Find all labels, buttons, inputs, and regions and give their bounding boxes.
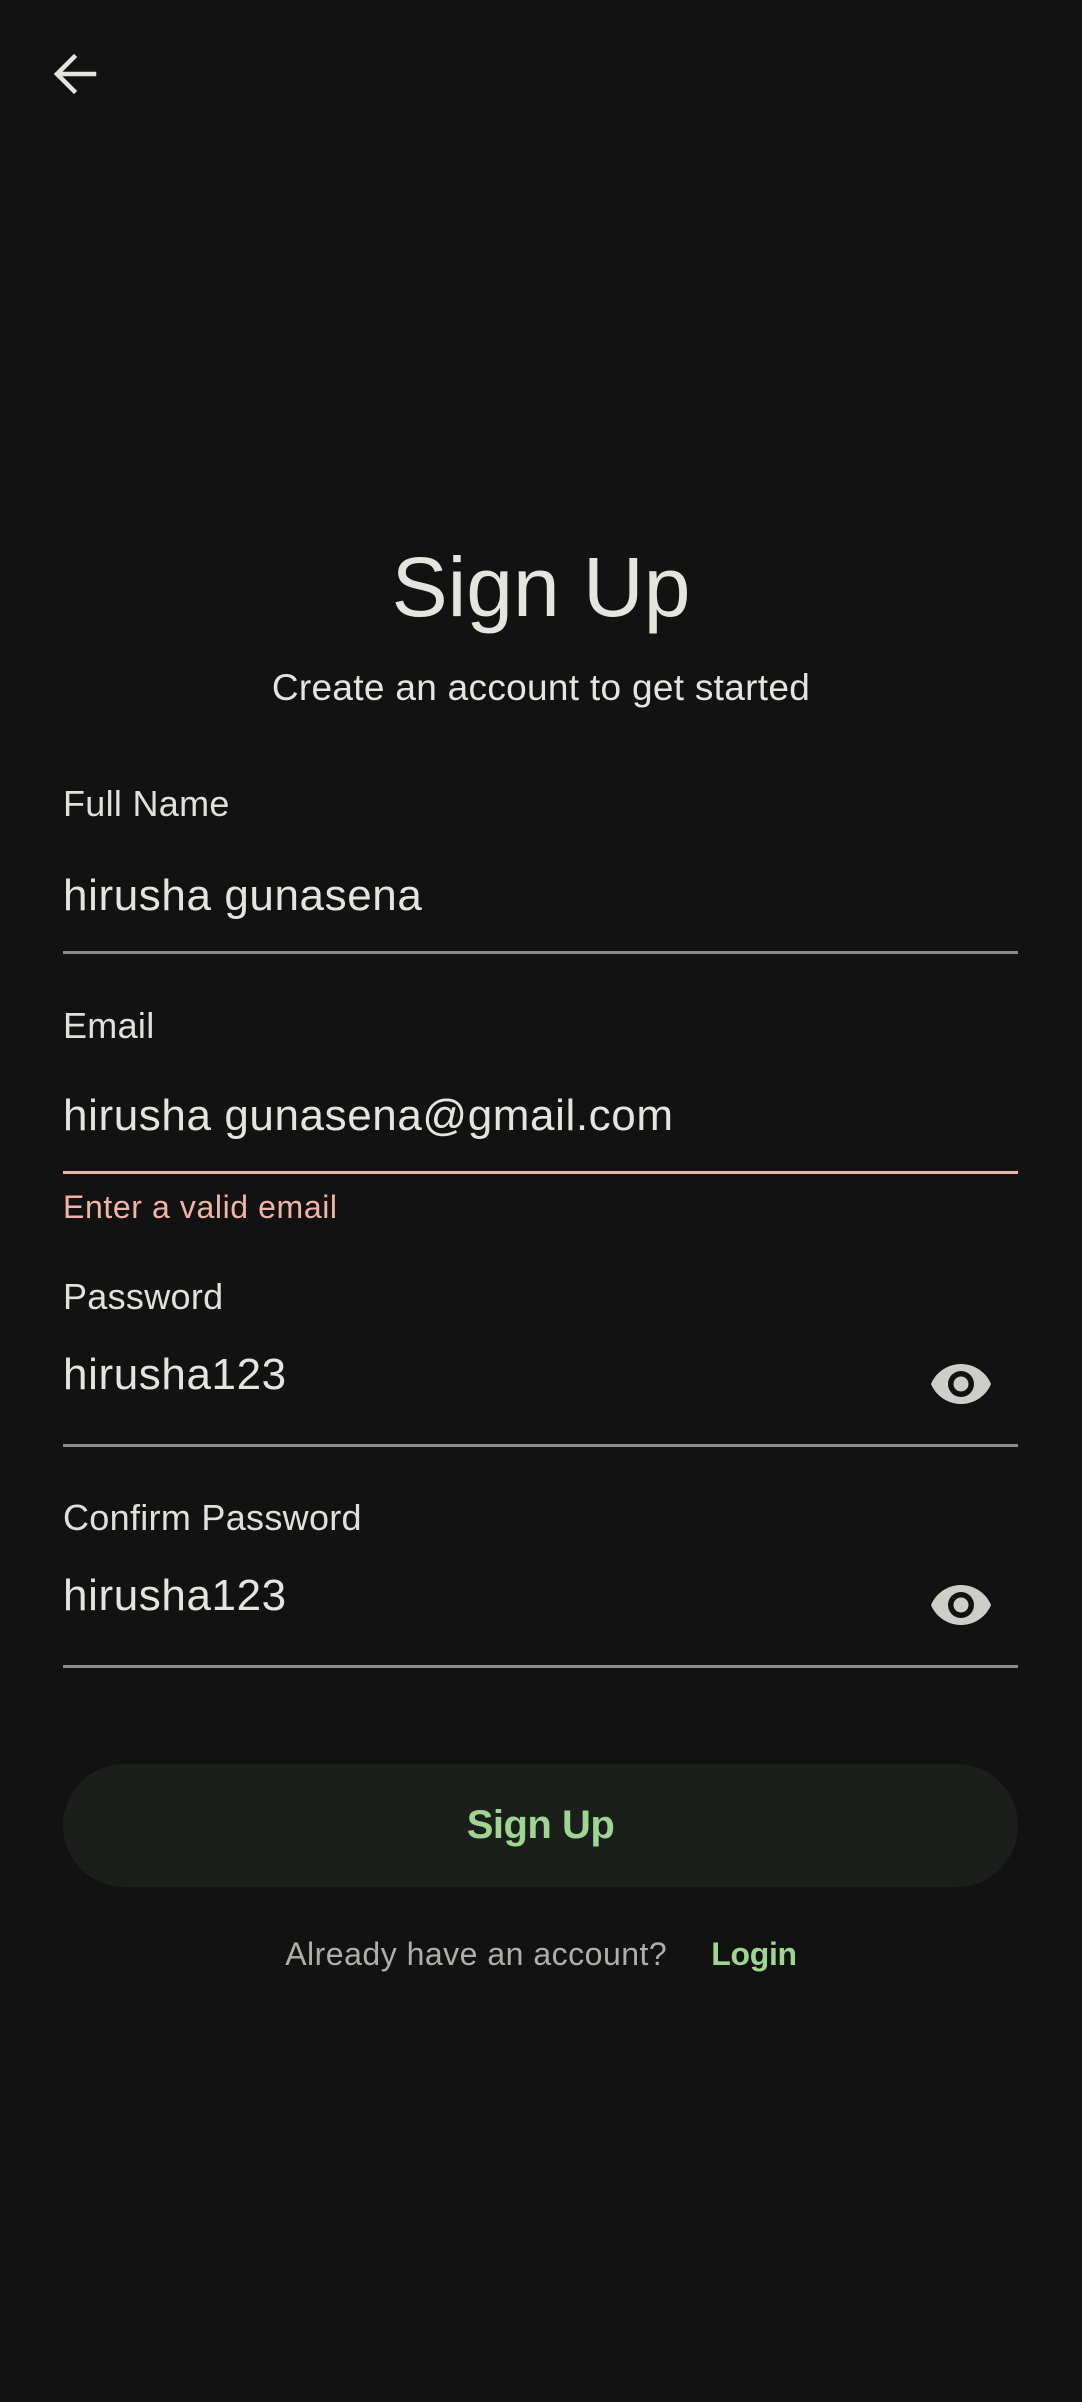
full-name-label: Full Name bbox=[63, 783, 230, 824]
signup-button[interactable]: Sign Up bbox=[63, 1764, 1018, 1887]
email-label: Email bbox=[63, 1005, 155, 1046]
confirm-password-field[interactable]: Confirm Password bbox=[63, 1494, 1018, 1674]
full-name-underline bbox=[63, 951, 1018, 954]
eye-icon bbox=[931, 1364, 991, 1404]
password-visibility-toggle[interactable] bbox=[926, 1359, 996, 1409]
signup-button-label: Sign Up bbox=[466, 1803, 615, 1847]
back-button[interactable] bbox=[28, 28, 120, 120]
password-label: Password bbox=[63, 1276, 224, 1317]
password-underline bbox=[63, 1444, 1018, 1447]
signup-screen: Sign Up Create an account to get started… bbox=[0, 0, 1082, 2402]
email-input[interactable] bbox=[63, 1088, 923, 1144]
email-field[interactable]: Email Enter a valid email bbox=[63, 1002, 1018, 1232]
eye-icon bbox=[931, 1585, 991, 1625]
email-underline bbox=[63, 1171, 1018, 1174]
page-subtitle: Create an account to get started bbox=[271, 667, 811, 708]
password-field[interactable]: Password bbox=[63, 1273, 1018, 1453]
full-name-field[interactable]: Full Name bbox=[63, 780, 1018, 960]
confirm-password-label: Confirm Password bbox=[63, 1497, 362, 1538]
login-link[interactable]: Login bbox=[711, 1936, 797, 1973]
confirm-password-underline bbox=[63, 1665, 1018, 1668]
email-error-text: Enter a valid email bbox=[63, 1189, 338, 1225]
login-prompt-text: Already have an account? bbox=[285, 1935, 668, 1972]
arrow-left-icon bbox=[53, 53, 97, 95]
full-name-input[interactable] bbox=[63, 868, 923, 924]
confirm-password-visibility-toggle[interactable] bbox=[926, 1580, 996, 1630]
login-prompt: Already have an account? Login bbox=[0, 1930, 1082, 1978]
confirm-password-input[interactable] bbox=[63, 1568, 923, 1624]
page-title: Sign Up bbox=[391, 540, 691, 634]
password-input[interactable] bbox=[63, 1347, 923, 1403]
